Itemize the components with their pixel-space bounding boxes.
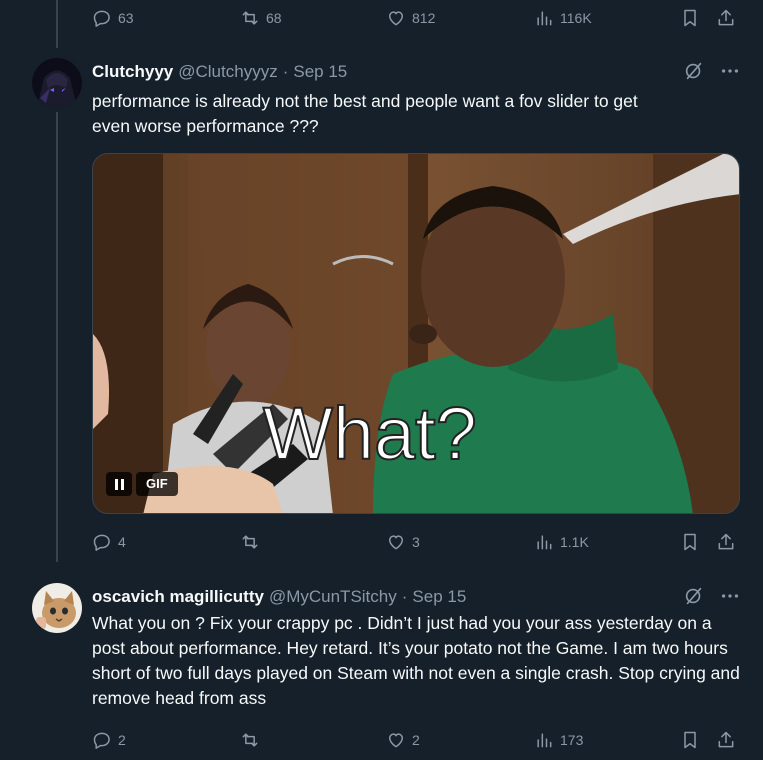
reply-count: 2 bbox=[118, 732, 126, 748]
tweet1-text-line1: performance is already not the best and … bbox=[92, 91, 638, 111]
repost-button[interactable] bbox=[240, 532, 266, 552]
heart-icon bbox=[389, 535, 403, 550]
heart-icon bbox=[389, 733, 403, 748]
bookmark-button[interactable] bbox=[680, 8, 700, 28]
repost-icon bbox=[242, 733, 258, 747]
more-options-icon[interactable] bbox=[719, 585, 741, 607]
share-button[interactable] bbox=[716, 730, 736, 750]
share-icon bbox=[718, 533, 734, 550]
views-button[interactable]: 1.1K bbox=[534, 532, 589, 552]
tweet1-text-line2: even worse performance ??? bbox=[92, 116, 319, 136]
bookmark-icon bbox=[684, 731, 696, 749]
views-button[interactable]: 173 bbox=[534, 730, 583, 750]
avatar-image bbox=[32, 583, 82, 633]
thread-line-tweet1 bbox=[56, 112, 58, 562]
repost-icon bbox=[242, 11, 258, 25]
bookmark-button[interactable] bbox=[680, 730, 700, 750]
tweet2-text: What you on ? Fix your crappy pc . Didn’… bbox=[92, 613, 740, 708]
display-name[interactable]: Clutchyyy bbox=[92, 62, 173, 82]
tweet2-top-icons bbox=[683, 585, 741, 607]
bookmark-button[interactable] bbox=[680, 532, 700, 552]
heart-icon bbox=[389, 11, 403, 26]
tweet1-action-bar: 4 3 1.1K bbox=[92, 530, 747, 554]
like-count: 2 bbox=[412, 732, 420, 748]
analytics-icon bbox=[537, 535, 552, 550]
thread-line-top bbox=[56, 0, 58, 48]
display-name[interactable]: oscavich magillicutty bbox=[92, 587, 264, 607]
separator-dot: · bbox=[401, 587, 408, 606]
clutchyyy-avatar[interactable] bbox=[32, 58, 82, 108]
analytics-icon bbox=[537, 733, 552, 748]
bookmark-icon bbox=[684, 533, 696, 551]
like-count: 812 bbox=[412, 10, 436, 26]
reply-button[interactable]: 63 bbox=[92, 8, 134, 28]
like-button[interactable]: 812 bbox=[386, 8, 435, 28]
gif-controls: GIF bbox=[106, 472, 178, 496]
reply-icon bbox=[93, 732, 110, 749]
reply-count: 4 bbox=[118, 534, 126, 550]
tweet-date[interactable]: Sep 15 bbox=[412, 587, 466, 607]
tweet2-header: oscavich magillicutty @MyCunTSitchy · Se… bbox=[92, 587, 466, 607]
tweet-date[interactable]: Sep 15 bbox=[293, 62, 347, 82]
previous-tweet-action-bar: 63 68 812 116K bbox=[92, 6, 747, 30]
views-button[interactable]: 116K bbox=[534, 8, 592, 28]
reply-icon bbox=[93, 534, 110, 551]
view-count: 1.1K bbox=[560, 534, 589, 550]
tweet1-top-icons bbox=[683, 60, 741, 82]
reply-icon bbox=[93, 10, 110, 27]
share-button[interactable] bbox=[716, 8, 736, 28]
view-count: 116K bbox=[560, 10, 592, 26]
view-count: 173 bbox=[560, 732, 584, 748]
like-button[interactable]: 3 bbox=[386, 532, 420, 552]
share-icon bbox=[718, 9, 734, 26]
oscavich-avatar[interactable] bbox=[32, 583, 82, 633]
reply-button[interactable]: 2 bbox=[92, 730, 126, 750]
tweet1-header: Clutchyyy @Clutchyyyz · Sep 15 bbox=[92, 62, 347, 82]
user-handle[interactable]: @MyCunTSitchy bbox=[269, 587, 397, 607]
like-count: 3 bbox=[412, 534, 420, 550]
grok-icon[interactable] bbox=[683, 60, 705, 82]
separator-dot: · bbox=[282, 62, 289, 81]
gif-label: GIF bbox=[136, 472, 178, 496]
tweet1-text: performance is already not the best and … bbox=[92, 89, 742, 139]
grok-icon[interactable] bbox=[683, 585, 705, 607]
avatar-image bbox=[32, 58, 82, 108]
share-button[interactable] bbox=[716, 532, 736, 552]
pause-icon[interactable] bbox=[106, 472, 132, 496]
like-button[interactable]: 2 bbox=[386, 730, 420, 750]
more-options-icon[interactable] bbox=[719, 60, 741, 82]
share-icon bbox=[718, 731, 734, 748]
gif-frame: What? bbox=[93, 154, 739, 513]
repost-count: 68 bbox=[266, 10, 282, 26]
reply-button[interactable]: 4 bbox=[92, 532, 126, 552]
tweet2-action-bar: 2 2 173 bbox=[92, 728, 747, 752]
repost-icon bbox=[242, 535, 258, 549]
reply-count: 63 bbox=[118, 10, 134, 26]
gif-media[interactable]: What? bbox=[92, 153, 740, 514]
repost-button[interactable]: 68 bbox=[240, 8, 282, 28]
user-handle[interactable]: @Clutchyyyz bbox=[178, 62, 277, 82]
bookmark-icon bbox=[684, 9, 696, 27]
repost-button[interactable] bbox=[240, 730, 266, 750]
gif-caption: What? bbox=[263, 392, 477, 475]
analytics-icon bbox=[537, 11, 552, 26]
